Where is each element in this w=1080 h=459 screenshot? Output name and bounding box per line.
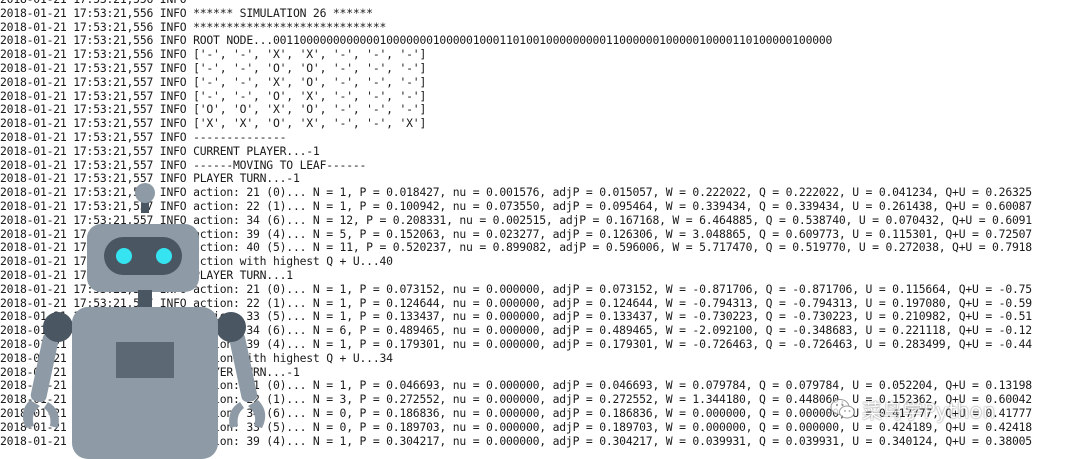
log-line: 2018-01-21 17:53:21,557 INFO action: 39 … — [0, 433, 1032, 448]
log-line: 2018-01-21 17:53:21,556 INFO ['-', '-', … — [0, 47, 427, 62]
log-line: 2018-01-21 17:53:21,557 INFO action: 22 … — [0, 295, 1032, 310]
log-line: 2018-01-21 17:53:21,557 INFO ['-', '-', … — [0, 60, 427, 75]
log-line: 2018-01-21 17:53:21,557 INFO action: 39 … — [0, 336, 1032, 351]
log-line: 2018-01-21 17:53:21,557 INFO PLAYER TURN… — [0, 171, 300, 186]
log-line: 2018-01-21 17:53:21,557 INFO ['O', 'O', … — [0, 102, 427, 117]
log-line: 2018-01-21 17:53:21,557 INFO action: 33 … — [0, 309, 1032, 324]
wechat-icon — [830, 399, 855, 419]
log-output: 2018-01-21 17:53:21,556 INFO ***********… — [0, 0, 1032, 448]
log-line: 2018-01-21 17:53:21,557 INFO action: 40 … — [0, 240, 1032, 255]
log-line: 2018-01-21 17:53:21,557 INFO ------MOVIN… — [0, 157, 367, 172]
log-line: 2018-01-21 17:53:21,557 INFO action: 34 … — [0, 212, 1032, 227]
log-line: 2018-01-21 17:53:21,557 INFO ['-', '-', … — [0, 88, 427, 103]
log-line: 2018-01-21 17:53:21,557 INFO ['-', '-', … — [0, 74, 427, 89]
log-line: 2018-01-21 17:53:21,557 INFO action: 22 … — [0, 198, 1032, 213]
log-line: 2018-01-21 17:53:21,557 INFO action: 21 … — [0, 281, 1032, 296]
terminal-window[interactable]: 2018-01-21 17:53:21,556 INFO ***********… — [0, 0, 1080, 459]
log-line: 2018-01-21 17:53:21,557 INFO PLAYER TURN… — [0, 267, 293, 282]
log-line: 2018-01-21 17:53:21,556 INFO ***********… — [0, 19, 387, 34]
log-line: 2018-01-21 17:53:21,557 INFO -----------… — [0, 129, 287, 144]
log-line: 2018-01-21 17:53:21,557 INFO action with… — [0, 254, 393, 269]
log-line: 2018-01-21 17:53:21,557 INFO action: 21 … — [0, 185, 1032, 200]
log-line: 2018-01-21 17:53:21,556 INFO ****** SIMU… — [0, 5, 373, 20]
watermark-text: 菜鸟学Python — [862, 398, 996, 423]
log-line: 2018-01-21 17:53:21,557 INFO ['X', 'X', … — [0, 116, 427, 131]
log-line: 2018-01-21 17:53:21,557 INFO CURRENT PLA… — [0, 143, 320, 158]
log-line: 2018-01-21 17:53:21,557 INFO action: 34 … — [0, 323, 1032, 338]
log-line: 2018-01-21 17:53:21,557 INFO action: 39 … — [0, 226, 1032, 241]
log-line: 2018-01-21 17:53:21,556 INFO ROOT NODE..… — [0, 33, 833, 48]
log-line: 2018-01-21 17:53:21,557 INFO action with… — [0, 350, 393, 365]
log-line: 2018-01-21 17:53:21,557 INFO action: 21 … — [0, 378, 1032, 393]
log-line: 2018-01-21 17:53:21,557 INFO PLAYER TURN… — [0, 364, 300, 379]
watermark: 菜鸟学Python — [830, 395, 996, 423]
